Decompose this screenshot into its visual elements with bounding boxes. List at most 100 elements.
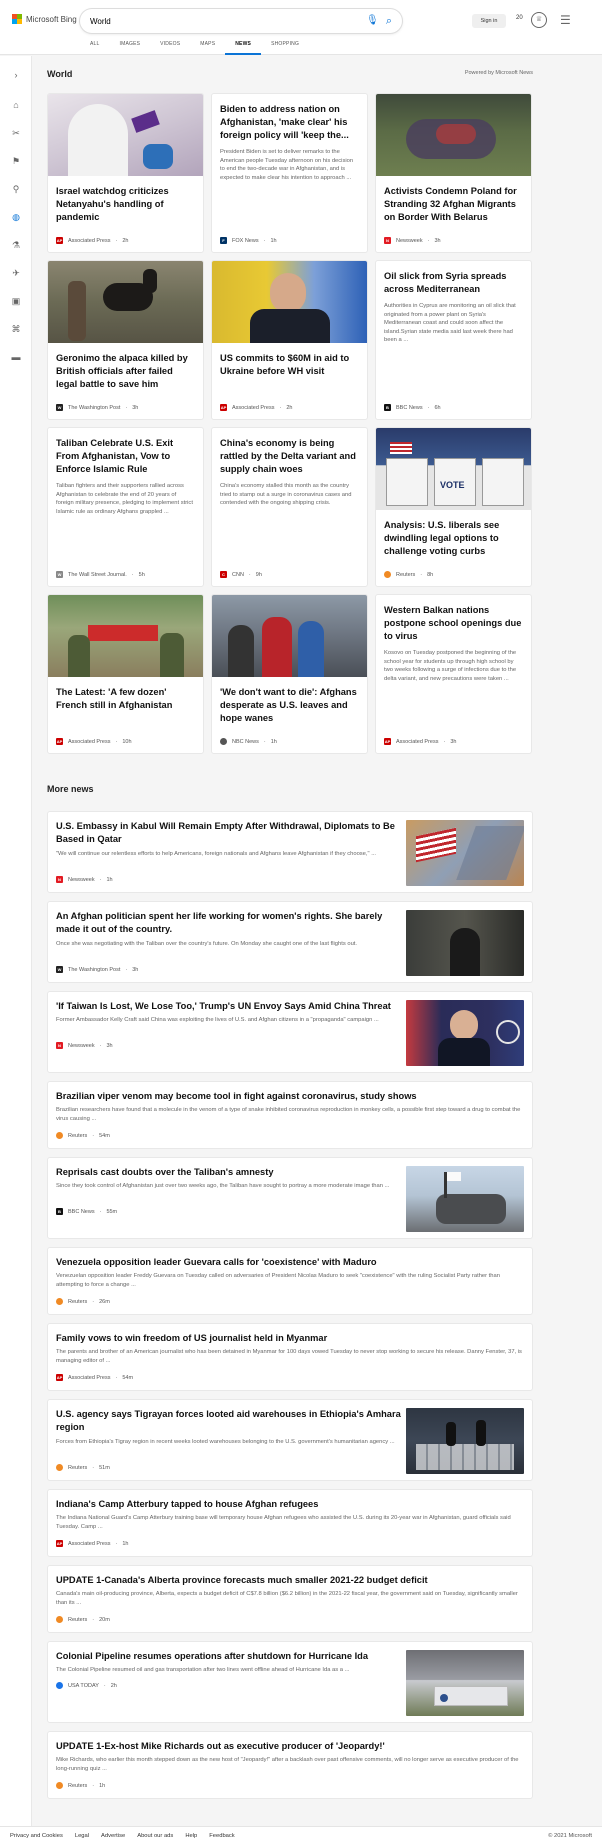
tab-videos[interactable]: VIDEOS xyxy=(150,40,190,55)
sports-icon[interactable]: ✂ xyxy=(8,126,24,140)
list-item[interactable]: Venezuela opposition leader Guevara call… xyxy=(47,1247,533,1315)
item-source: W The Washington Post · 3h xyxy=(56,966,139,973)
flag-icon[interactable]: ⚑ xyxy=(8,154,24,168)
sign-in-button[interactable]: Sign in xyxy=(472,14,506,28)
list-item[interactable]: UPDATE 1-Ex-host Mike Richards out as ex… xyxy=(47,1731,533,1799)
item-title: UPDATE 1-Ex-host Mike Richards out as ex… xyxy=(56,1741,385,1751)
item-summary: "We will continue our relentless efforts… xyxy=(56,851,377,857)
news-card[interactable]: Biden to address nation on Afghanistan, … xyxy=(211,93,368,253)
footer-link-help[interactable]: Help xyxy=(185,1833,197,1839)
footer-link-feedback[interactable]: Feedback xyxy=(209,1833,234,1839)
item-thumbnail xyxy=(406,1650,524,1716)
news-card[interactable]: Activists Condemn Poland for Stranding 3… xyxy=(375,93,532,253)
card-title: Taliban Celebrate U.S. Exit From Afghani… xyxy=(56,438,174,474)
bing-logo[interactable]: Microsoft Bing xyxy=(12,14,77,24)
card-source: F FOX News · 1h xyxy=(220,237,277,244)
list-item[interactable]: Family vows to win freedom of US journal… xyxy=(47,1323,533,1391)
list-item[interactable]: Colonial Pipeline resumes operations aft… xyxy=(47,1641,533,1723)
search-box: 🎙 ⌕ xyxy=(80,9,402,33)
card-source: B BBC News · 6h xyxy=(384,404,441,411)
footer-link-advertise[interactable]: Advertise xyxy=(101,1833,125,1839)
list-item[interactable]: U.S. Embassy in Kabul Will Remain Empty … xyxy=(47,811,533,893)
card-title: Western Balkan nations postpone school o… xyxy=(384,605,522,641)
card-source: AP Associated Press · 10h xyxy=(56,738,132,745)
footer-link-legal[interactable]: Legal xyxy=(75,1833,89,1839)
item-summary: Once she was negotiating with the Taliba… xyxy=(56,941,358,947)
tab-shopping[interactable]: SHOPPING xyxy=(261,40,309,55)
item-summary: Former Ambassador Kelly Craft said China… xyxy=(56,1017,379,1023)
tab-maps[interactable]: MAPS xyxy=(190,40,225,55)
politics-icon[interactable]: ▬ xyxy=(8,350,24,364)
item-title: Venezuela opposition leader Guevara call… xyxy=(56,1257,377,1267)
header: Microsoft Bing 🎙 ⌕ ALL IMAGES VIDEOS MAP… xyxy=(0,0,602,55)
hamburger-menu-icon[interactable]: ☰ xyxy=(560,14,574,26)
news-card[interactable]: Western Balkan nations postpone school o… xyxy=(375,594,532,754)
list-item[interactable]: An Afghan politician spent her life work… xyxy=(47,901,533,983)
card-summary: China's economy stalled this month as th… xyxy=(220,483,352,506)
ap-logo-icon: AP xyxy=(56,738,63,745)
footer-link-privacy[interactable]: Privacy and Cookies xyxy=(10,1833,63,1839)
card-image xyxy=(376,94,531,176)
card-summary: Taliban fighters and their supporters ra… xyxy=(56,483,193,515)
tab-all[interactable]: ALL xyxy=(80,40,110,55)
footer-link-about-ads[interactable]: About our ads xyxy=(137,1833,173,1839)
rewards-points[interactable]: 20 xyxy=(516,15,523,21)
item-summary: Brazilian researchers have found that a … xyxy=(56,1107,521,1122)
list-item[interactable]: 'If Taiwan Is Lost, We Lose Too,' Trump'… xyxy=(47,991,533,1073)
ap-logo-icon: AP xyxy=(56,1540,63,1547)
card-summary: Authorities in Cyprus are monitoring an … xyxy=(384,303,516,343)
card-source: AP Associated Press · 2h xyxy=(56,237,129,244)
item-source: AP Associated Press · 1h xyxy=(56,1540,129,1547)
news-card[interactable]: China's economy is being rattled by the … xyxy=(211,427,368,587)
list-item[interactable]: Indiana's Camp Atterbury tapped to house… xyxy=(47,1489,533,1557)
item-thumbnail xyxy=(406,820,524,886)
news-card[interactable]: The Latest: 'A few dozen' French still i… xyxy=(47,594,204,754)
news-card[interactable]: Israel watchdog criticizes Netanyahu's h… xyxy=(47,93,204,253)
reuters-logo-icon xyxy=(56,1132,63,1139)
search-icon[interactable]: ⌕ xyxy=(382,14,396,28)
rewards-icon[interactable]: ♕ xyxy=(531,12,547,28)
copyright: © 2021 Microsoft xyxy=(548,1833,592,1839)
item-summary: The parents and brother of an American j… xyxy=(56,1349,522,1364)
entertainment-icon[interactable]: ▣ xyxy=(8,294,24,308)
list-item[interactable]: U.S. agency says Tigrayan forces looted … xyxy=(47,1399,533,1481)
item-thumbnail xyxy=(406,910,524,976)
bbc-news-logo-icon: B xyxy=(56,1208,63,1215)
item-summary: Canada's main oil-producing province, Al… xyxy=(56,1591,518,1606)
news-card[interactable]: Oil slick from Syria spreads across Medi… xyxy=(375,260,532,420)
news-card[interactable]: US commits to $60M in aid to Ukraine bef… xyxy=(211,260,368,420)
tab-images[interactable]: IMAGES xyxy=(110,40,151,55)
card-title: Oil slick from Syria spreads across Medi… xyxy=(384,271,507,294)
search-input[interactable] xyxy=(90,13,360,29)
news-card[interactable]: Geronimo the alpaca killed by British of… xyxy=(47,260,204,420)
tech-icon[interactable]: ✈ xyxy=(8,266,24,280)
item-title: Family vows to win freedom of US journal… xyxy=(56,1333,328,1343)
microphone-icon[interactable]: 🎙 xyxy=(366,14,379,28)
usa-today-logo-icon xyxy=(56,1682,63,1689)
card-title: Analysis: U.S. liberals see dwindling le… xyxy=(384,520,500,556)
list-item[interactable]: Brazilian viper venom may become tool in… xyxy=(47,1081,533,1149)
globe-icon[interactable]: ◍ xyxy=(8,210,24,224)
home-icon[interactable]: ⌂ xyxy=(8,98,24,112)
list-item[interactable]: Reprisals cast doubts over the Taliban's… xyxy=(47,1157,533,1239)
tab-news[interactable]: NEWS xyxy=(225,40,262,55)
item-thumbnail xyxy=(406,1000,524,1066)
card-image xyxy=(212,595,367,677)
news-card[interactable]: 'We don't want to die': Afghans desperat… xyxy=(211,594,368,754)
reuters-logo-icon xyxy=(384,571,391,578)
list-item[interactable]: UPDATE 1-Canada's Alberta province forec… xyxy=(47,1565,533,1633)
item-title: Colonial Pipeline resumes operations aft… xyxy=(56,1651,369,1661)
card-image xyxy=(48,261,203,343)
card-source: NBC News · 1h xyxy=(220,738,277,745)
chevron-right-icon[interactable]: › xyxy=(8,68,24,82)
item-thumbnail xyxy=(406,1166,524,1232)
science-icon[interactable]: ⚗ xyxy=(8,238,24,252)
business-icon[interactable]: ⌘ xyxy=(8,322,24,336)
cnn-logo-icon: C xyxy=(220,571,227,578)
card-title: Biden to address nation on Afghanistan, … xyxy=(220,104,349,140)
news-card[interactable]: Taliban Celebrate U.S. Exit From Afghani… xyxy=(47,427,204,587)
news-card[interactable]: VOTE Analysis: U.S. liberals see dwindli… xyxy=(375,427,532,587)
location-pin-icon[interactable]: ⚲ xyxy=(8,182,24,196)
item-thumbnail xyxy=(406,1408,524,1474)
ap-logo-icon: AP xyxy=(56,237,63,244)
